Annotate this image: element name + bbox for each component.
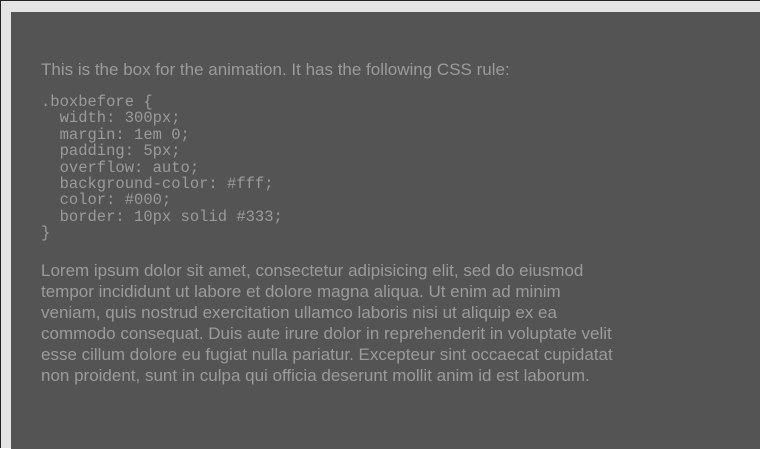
- code-line: }: [41, 224, 51, 243]
- code-line: margin: 1em 0;: [41, 125, 190, 144]
- lorem-line: Lorem ipsum dolor sit amet, consectetur …: [41, 260, 584, 280]
- lorem-line: commodo consequat. Duis aute irure dolor…: [41, 323, 612, 343]
- lorem-line: esse cillum dolore eu fugiat nulla paria…: [41, 344, 613, 364]
- code-line: overflow: auto;: [41, 158, 200, 177]
- code-line: .boxbefore {: [41, 93, 153, 111]
- code-line: padding: 5px;: [41, 142, 181, 161]
- code-line: width: 300px;: [41, 109, 181, 128]
- code-line: background-color: #fff;: [41, 175, 274, 194]
- css-code-block: .boxbefore { width: 300px; margin: 1em 0…: [41, 94, 760, 242]
- page-frame: This is the box for the animation. It ha…: [0, 0, 760, 449]
- lorem-line: veniam, quis nostrud exercitation ullamc…: [41, 302, 557, 322]
- intro-text: This is the box for the animation. It ha…: [41, 60, 510, 79]
- lorem-line: non proident, sunt in culpa qui officia …: [41, 365, 590, 385]
- lorem-line: tempor incididunt ut labore et dolore ma…: [41, 281, 561, 301]
- code-line: border: 10px solid #333;: [41, 207, 283, 226]
- lorem-paragraph: Lorem ipsum dolor sit amet, consectetur …: [41, 260, 760, 386]
- code-line: color: #000;: [41, 191, 172, 210]
- animation-box[interactable]: This is the box for the animation. It ha…: [11, 12, 760, 449]
